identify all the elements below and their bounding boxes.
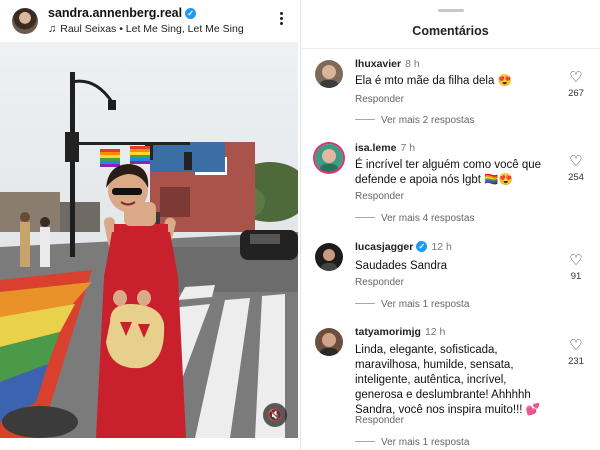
view-more-replies[interactable]: Ver mais 2 respostas xyxy=(355,115,474,126)
replies-line xyxy=(355,441,375,442)
comment-username-label[interactable]: lhuxavier xyxy=(355,58,401,70)
comment-time: 12 h xyxy=(424,326,446,338)
like-button[interactable]: ♡ 267 xyxy=(565,70,587,99)
mute-icon[interactable]: 🔇 xyxy=(263,403,287,427)
like-count: 267 xyxy=(568,88,584,99)
post-panel: sandra.annenberg.real ✓ ♫ Raul Seixas • Le… xyxy=(0,0,300,450)
like-count: 231 xyxy=(568,356,584,367)
comment-time: 8 h xyxy=(405,58,420,70)
view-more-replies-label[interactable]: Ver mais 2 respostas xyxy=(381,115,474,126)
reply-button[interactable]: Responder xyxy=(355,415,404,426)
reply-button[interactable]: Responder xyxy=(355,277,404,288)
comment-username[interactable]: isa.leme 7 h xyxy=(355,142,415,154)
comment-item: tatyamorimjg 12 h Linda, elegante, sofist… xyxy=(301,326,600,450)
like-count: 254 xyxy=(568,172,584,183)
comment-text: É incrível ter alguém como você que defe… xyxy=(355,159,542,186)
view-more-replies-label[interactable]: Ver mais 1 resposta xyxy=(381,299,469,310)
replies-line xyxy=(355,217,375,218)
view-more-replies[interactable]: Ver mais 1 resposta xyxy=(355,437,469,448)
view-more-replies-label[interactable]: Ver mais 1 resposta xyxy=(381,437,469,448)
view-more-replies-label[interactable]: Ver mais 4 respostas xyxy=(381,213,474,224)
comment-text: Linda, elegante, sofisticada, maravilhos… xyxy=(355,344,540,416)
comment-username-label[interactable]: lucasjagger xyxy=(355,241,413,253)
reply-button[interactable]: Responder xyxy=(355,191,404,202)
replies-line xyxy=(355,119,375,120)
avatar[interactable] xyxy=(315,144,343,172)
reply-button[interactable]: Responder xyxy=(355,94,404,105)
heart-icon[interactable]: ♡ xyxy=(565,70,587,85)
comment-item: lucasjagger ✓ 12 h Saudades Sandra Respond… xyxy=(301,241,600,313)
like-button[interactable]: ♡ 254 xyxy=(565,154,587,183)
avatar[interactable] xyxy=(315,243,343,271)
like-count: 91 xyxy=(570,271,582,282)
profile-avatar[interactable] xyxy=(12,8,38,34)
drag-handle[interactable] xyxy=(438,9,464,12)
comment-time: 12 h xyxy=(431,241,452,253)
comments-title: Comentários xyxy=(412,24,489,38)
verified-badge-icon: ✓ xyxy=(416,241,428,252)
post-photo[interactable] xyxy=(0,42,298,438)
heart-icon[interactable]: ♡ xyxy=(565,154,587,169)
like-button[interactable]: ♡ 91 xyxy=(565,253,587,282)
comment-item: lhuxavier 8 h Ela é mto mãe da filha dela… xyxy=(301,58,600,130)
like-button[interactable]: ♡ 231 xyxy=(565,338,587,367)
music-label[interactable]: Raul Seixas • Let Me Sing, Let Me Sing xyxy=(60,23,243,35)
avatar[interactable] xyxy=(315,60,343,88)
more-vertical-icon[interactable] xyxy=(280,12,286,28)
street-scene-image xyxy=(0,42,298,438)
post-header: sandra.annenberg.real ✓ ♫ Raul Seixas • Le… xyxy=(0,0,300,42)
comment-username[interactable]: lhuxavier 8 h xyxy=(355,58,420,70)
music-note-icon: ♫ xyxy=(48,23,57,35)
comment-username-label[interactable]: tatyamorimjg xyxy=(355,326,421,338)
heart-icon[interactable]: ♡ xyxy=(565,338,587,353)
post-username[interactable]: sandra.annenberg.real ✓ xyxy=(48,6,197,20)
view-more-replies[interactable]: Ver mais 4 respostas xyxy=(355,213,474,224)
avatar[interactable] xyxy=(315,328,343,356)
title-separator xyxy=(301,48,600,49)
replies-line xyxy=(355,303,375,304)
comments-panel: Comentários lhuxavier 8 h Ela é mto mãe d… xyxy=(301,0,600,450)
comment-username[interactable]: tatyamorimjg 12 h xyxy=(355,326,445,338)
comment-time: 7 h xyxy=(400,142,416,154)
post-username-label[interactable]: sandra.annenberg.real xyxy=(48,6,182,20)
comment-item: isa.leme 7 h É incrível ter alguém como v… xyxy=(301,142,600,228)
comment-username[interactable]: lucasjagger ✓ 12 h xyxy=(355,241,452,253)
view-more-replies[interactable]: Ver mais 1 resposta xyxy=(355,299,469,310)
comment-text: Saudades Sandra xyxy=(355,260,448,272)
music-info[interactable]: ♫ Raul Seixas • Let Me Sing, Let Me Sing xyxy=(48,23,244,35)
verified-badge-icon: ✓ xyxy=(185,8,197,19)
comment-text: Ela é mto mãe da filha dela 😍 xyxy=(355,75,512,87)
heart-icon[interactable]: ♡ xyxy=(565,253,587,268)
comment-username-label[interactable]: isa.leme xyxy=(355,142,396,154)
